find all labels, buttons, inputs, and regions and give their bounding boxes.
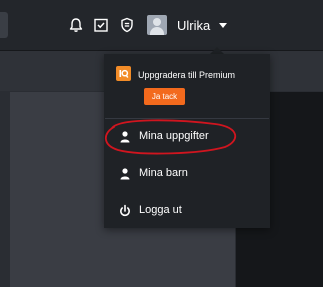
menu-item-label: Mina barn [139, 167, 188, 179]
search-field-edge[interactable] [0, 12, 8, 38]
checklist-icon[interactable] [90, 14, 112, 36]
avatar[interactable] [147, 15, 167, 35]
chevron-down-icon[interactable] [219, 23, 227, 28]
premium-logo-icon [116, 66, 131, 81]
bell-icon[interactable] [65, 14, 87, 36]
username-label[interactable]: Ulrika [177, 18, 210, 33]
user-icon [118, 130, 132, 144]
menu-item-logout[interactable]: Logga ut [105, 196, 269, 226]
premium-upgrade-text: Uppgradera till Premium [138, 70, 236, 80]
top-navigation-bar: Ulrika [0, 0, 323, 50]
dropdown-pointer [210, 47, 224, 54]
menu-item-my-details[interactable]: Mina uppgifter [105, 122, 269, 152]
menu-item-my-children[interactable]: Mina barn [105, 159, 269, 189]
menu-item-label: Logga ut [139, 204, 182, 216]
premium-accept-button[interactable]: Ja tack [144, 88, 185, 105]
menu-divider [105, 118, 269, 119]
shield-icon[interactable] [116, 14, 138, 36]
menu-item-label: Mina uppgifter [139, 130, 209, 142]
power-icon [118, 204, 132, 218]
user-icon [118, 167, 132, 181]
